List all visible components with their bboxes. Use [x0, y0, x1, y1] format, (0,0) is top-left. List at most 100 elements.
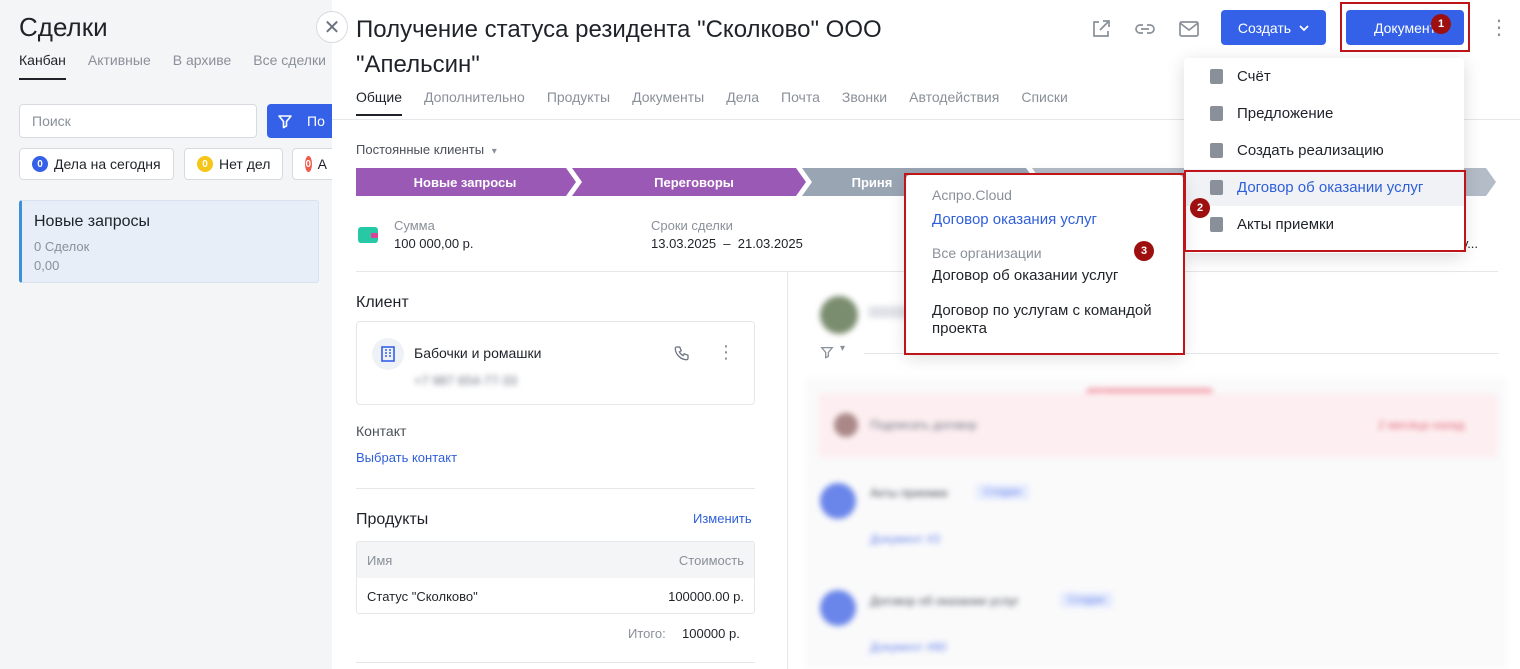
client-card[interactable]: Бабочки и ромашки +7 987 654-77-33 ⋮ — [356, 321, 755, 405]
document-icon — [1210, 106, 1223, 121]
deal-tabs: Общие Дополнительно Продукты Документы Д… — [356, 89, 1068, 116]
template-option[interactable]: Договор об оказании услуг — [932, 267, 1157, 285]
sum-value: 100 000,00 р. — [394, 236, 474, 251]
link-icon[interactable] — [1133, 17, 1157, 41]
column-header: Имя — [367, 552, 393, 568]
divider — [864, 353, 1499, 354]
stage-label: Приня — [851, 174, 893, 190]
dates-value: 13.03.2025 – 21.03.2025 — [651, 236, 803, 251]
menu-item-label: Договор об оказании услуг — [1237, 179, 1424, 196]
tab-mail[interactable]: Почта — [781, 89, 820, 116]
product-price: 100000.00 р. — [668, 588, 744, 604]
dates-label: Сроки сделки — [651, 218, 733, 233]
sum-label: Сумма — [394, 218, 435, 233]
menu-item-create-sale[interactable]: Создать реализацию — [1184, 132, 1464, 169]
wallet-icon — [358, 227, 378, 243]
tab-automations[interactable]: Автодействия — [909, 89, 999, 116]
tab-documents[interactable]: Документы — [632, 89, 704, 116]
status-badge: Создан — [976, 484, 1030, 500]
count-badge: 0 — [305, 156, 312, 172]
chip-label: Нет дел — [219, 156, 271, 172]
tab-kanban[interactable]: Канбан — [19, 52, 66, 80]
products-section-title: Продукты — [356, 511, 429, 528]
column-divider — [787, 272, 788, 669]
count-badge: 0 — [197, 156, 213, 172]
table-header: Имя Стоимость — [357, 542, 754, 578]
menu-item-service-contract[interactable]: Договор об оказании услуг — [1184, 169, 1464, 206]
edit-products-link[interactable]: Изменить — [693, 511, 752, 526]
sum-block: Сумма 100 000,00 р. — [394, 218, 474, 251]
menu-item-invoice[interactable]: Счёт — [1184, 58, 1464, 95]
deals-sidebar: Сделки Канбан Активные В архиве Все сдел… — [0, 0, 347, 669]
filter-icon — [278, 115, 292, 129]
deal-title: Получение статуса резидента "Сколково" О… — [356, 16, 882, 78]
chip-today-tasks[interactable]: 0 Дела на сегодня — [19, 148, 174, 180]
tab-archive[interactable]: В архиве — [173, 52, 232, 80]
column-count: 0 Сделок — [34, 239, 90, 254]
tab-calls[interactable]: Звонки — [842, 89, 887, 116]
client-phone: +7 987 654-77-33 — [414, 373, 518, 388]
more-icon[interactable]: ⋮ — [717, 342, 735, 363]
menu-item-label: Счёт — [1237, 68, 1271, 85]
timeline-item-title: Договор об оказании услуг — [870, 594, 1020, 608]
table-row[interactable]: Статус "Сколково" 100000.00 р. — [357, 578, 754, 613]
search-input[interactable]: Поиск — [19, 104, 257, 138]
client-name[interactable]: Бабочки и ромашки — [414, 345, 541, 361]
menu-item-label: Акты приемки — [1237, 216, 1334, 233]
menu-item-label: Создать реализацию — [1237, 142, 1384, 159]
open-external-icon[interactable] — [1089, 17, 1113, 41]
step-badge-1: 1 — [1431, 14, 1451, 34]
mail-icon[interactable] — [1177, 17, 1201, 41]
document-icon — [1210, 217, 1223, 232]
menu-item-acceptance-acts[interactable]: Акты приемки — [1184, 206, 1464, 243]
contract-template-submenu: Аспро.Cloud Договор оказания услуг Все о… — [906, 175, 1183, 353]
menu-item-label: Предложение — [1237, 105, 1334, 122]
pipeline-select[interactable]: Постоянные клиенты ▾ — [356, 142, 497, 157]
create-button[interactable]: Создать — [1221, 10, 1326, 45]
phone-icon[interactable] — [673, 344, 691, 362]
document-icon — [820, 483, 856, 519]
template-option[interactable]: Договор по услугам с командой проекта — [932, 302, 1157, 338]
tab-lists[interactable]: Списки — [1021, 89, 1067, 116]
stage-label: Новые запросы — [413, 174, 517, 190]
task-date: 2 месяца назад — [1378, 418, 1465, 432]
product-name: Статус "Сколково" — [367, 588, 478, 604]
overdue-task[interactable]: Подписать договор 2 месяца назад — [818, 393, 1498, 458]
group-label: Все организации — [932, 245, 1042, 261]
total-value: 100000 р. — [682, 626, 740, 641]
products-table: Имя Стоимость Статус "Сколково" 100000.0… — [356, 541, 755, 614]
step-badge-2: 2 — [1190, 198, 1210, 218]
chip-no-tasks[interactable]: 0 Нет дел — [184, 148, 284, 180]
timeline-area: Просроченные дела Подписать договор 2 ме… — [806, 378, 1506, 669]
count-badge: 0 — [32, 156, 48, 172]
close-icon: ✕ — [323, 16, 341, 39]
timeline-item-link[interactable]: Документ #3 — [870, 532, 940, 546]
create-label: Создать — [1237, 19, 1292, 36]
tab-general[interactable]: Общие — [356, 89, 403, 116]
document-menu: Счёт Предложение Создать реализацию Дого… — [1184, 58, 1464, 253]
status-badge: Создан — [1060, 592, 1114, 608]
tab-additional[interactable]: Дополнительно — [424, 89, 525, 116]
timeline-item-link[interactable]: Документ #80 — [870, 640, 947, 654]
avatar — [820, 296, 858, 334]
more-icon[interactable]: ⋮ — [1489, 16, 1509, 40]
close-button[interactable]: ✕ — [316, 11, 348, 43]
tab-products[interactable]: Продукты — [547, 89, 610, 116]
task-title: Подписать договор — [870, 418, 977, 432]
filter-label: По — [307, 113, 325, 129]
filter-icon[interactable] — [820, 345, 834, 359]
divider — [356, 662, 755, 663]
template-option[interactable]: Договор оказания услуг — [932, 211, 1157, 229]
chevron-down-icon: ▾ — [840, 343, 846, 354]
dates-block: Сроки сделки 13.03.2025 – 21.03.2025 — [651, 218, 803, 251]
tab-all-deals[interactable]: Все сделки — [253, 52, 326, 80]
select-contact-link[interactable]: Выбрать контакт — [356, 450, 457, 465]
group-label: Аспро.Cloud — [932, 187, 1012, 203]
stage-label: Переговоры — [654, 174, 734, 190]
kanban-column[interactable]: Новые запросы 0 Сделок 0,00 — [19, 200, 319, 283]
menu-item-proposal[interactable]: Предложение — [1184, 95, 1464, 132]
building-icon — [372, 338, 404, 370]
timeline-item-title: Акты приемки — [870, 486, 948, 500]
tab-tasks[interactable]: Дела — [726, 89, 759, 116]
tab-active[interactable]: Активные — [88, 52, 151, 80]
